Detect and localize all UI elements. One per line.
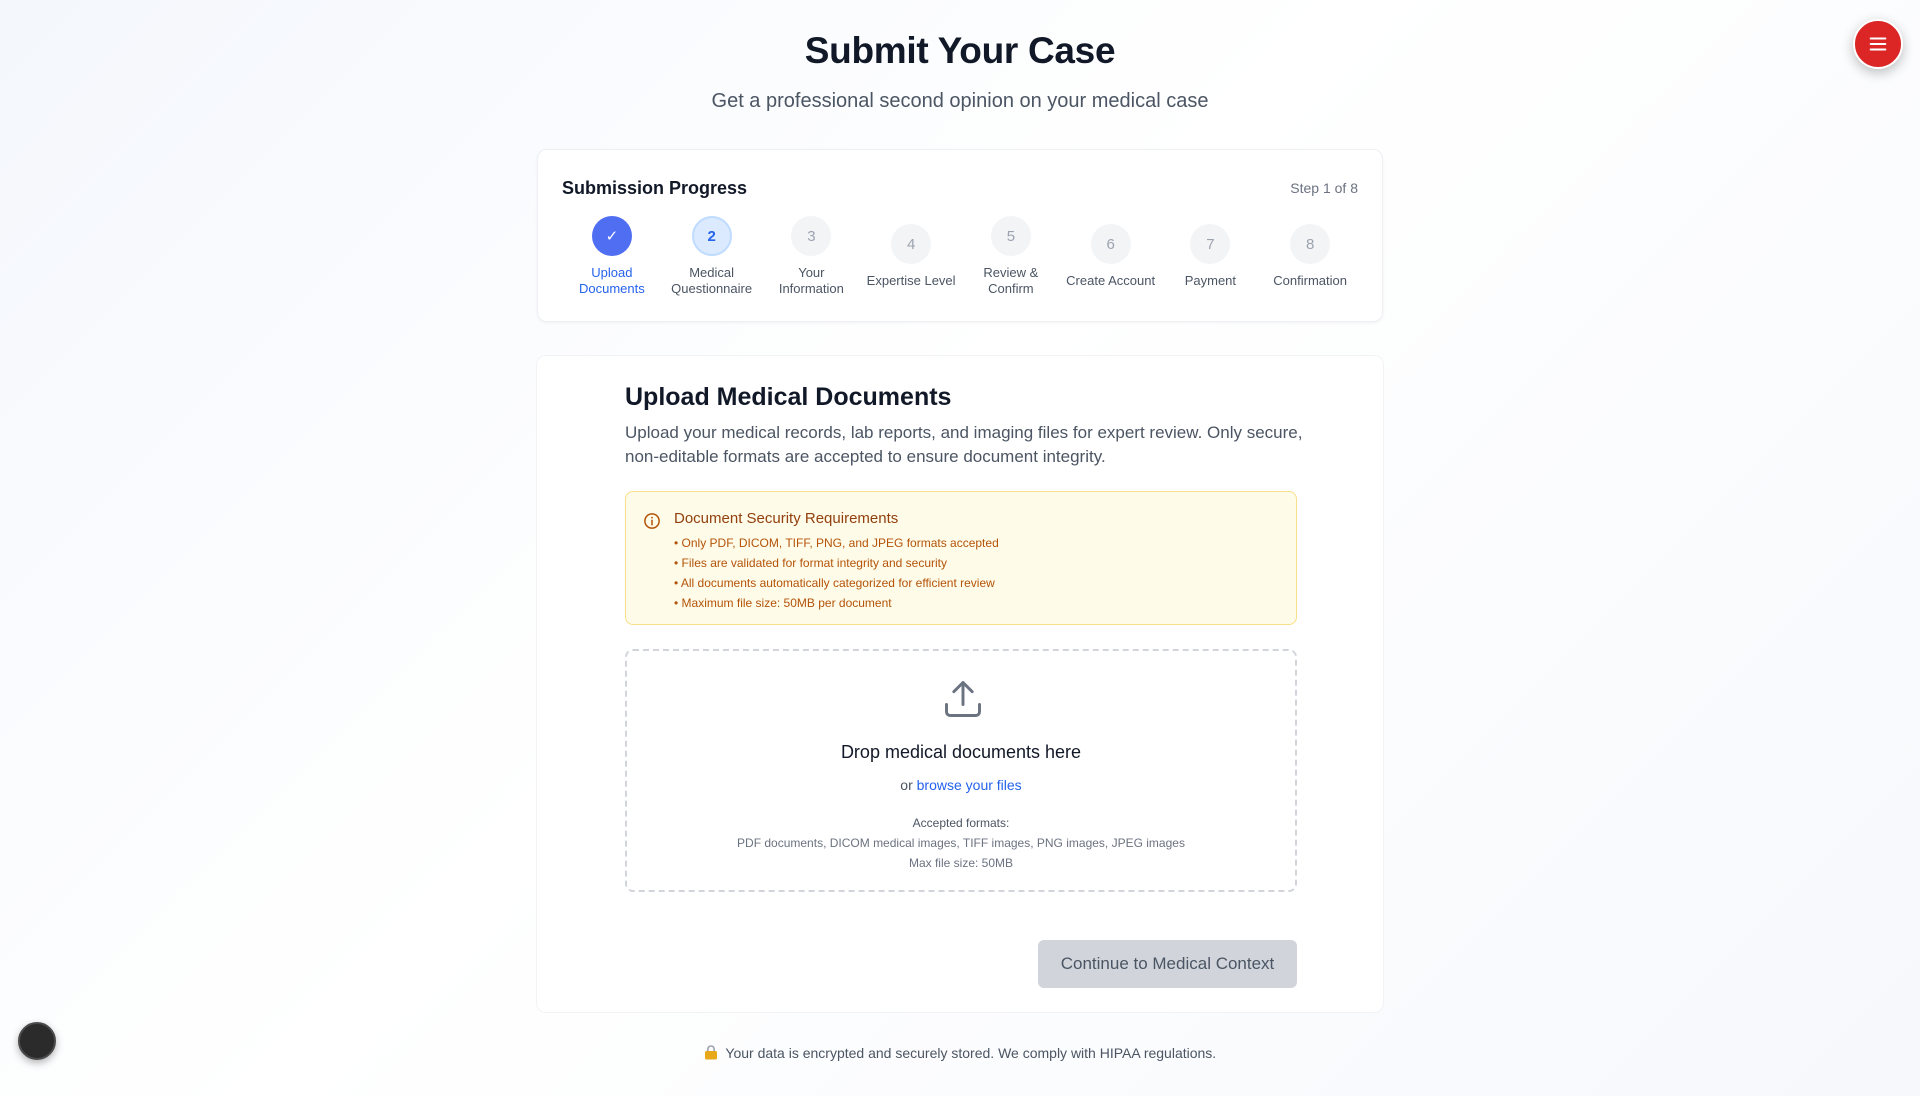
step-label: Create Account [1066, 273, 1156, 288]
step-label: Confirmation [1273, 273, 1347, 288]
page-header: Submit Your Case Get a professional seco… [0, 30, 1920, 113]
step-label: Medical Questionnaire [671, 265, 753, 296]
list-item: • Files are validated for format integri… [674, 556, 947, 570]
step-check-icon: ✓ [591, 216, 632, 256]
step-expertise-level[interactable]: 4 Expertise Level [861, 224, 961, 289]
dropzone-title: Drop medical documents here [840, 742, 1082, 762]
dropzone-or-line: or browse your files [627, 777, 1295, 793]
step-review-confirm[interactable]: 5 Review & Confirm [961, 216, 1061, 297]
progress-steps: ✓ Upload Documents 2 Medical Questionnai… [562, 216, 1360, 297]
security-footer: Your data is encrypted and securely stor… [0, 1045, 1920, 1061]
menu-button[interactable] [1853, 19, 1903, 69]
step-number: 2 [691, 216, 732, 256]
step-number: 5 [990, 216, 1031, 256]
step-create-account[interactable]: 6 Create Account [1061, 224, 1161, 289]
file-dropzone[interactable]: Drop medical documents here or browse yo… [625, 649, 1297, 892]
or-text: or [900, 777, 913, 793]
step-label: Payment [1184, 273, 1237, 288]
step-medical-questionnaire[interactable]: 2 Medical Questionnaire [662, 216, 762, 297]
step-number: 6 [1090, 224, 1131, 264]
step-number: 4 [891, 224, 932, 264]
list-item: • Only PDF, DICOM, TIFF, PNG, and JPEG f… [674, 536, 999, 550]
formats-list: PDF documents, DICOM medical images, TIF… [737, 836, 1185, 850]
footer-text: Your data is encrypted and securely stor… [725, 1045, 1217, 1061]
upload-icon [945, 681, 981, 717]
list-item: • Maximum file size: 50MB per document [674, 596, 892, 610]
security-requirements-box: Document Security Requirements • Only PD… [625, 491, 1297, 625]
list-item: • All documents automatically categorize… [674, 576, 995, 590]
max-file-size: Max file size: 50MB [908, 856, 1014, 870]
step-number: 7 [1190, 224, 1231, 264]
step-payment[interactable]: 7 Payment [1161, 224, 1261, 289]
page-subtitle: Get a professional second opinion on you… [711, 90, 1209, 112]
info-icon [644, 513, 660, 529]
hamburger-menu-icon [1869, 37, 1887, 51]
security-list: • Only PDF, DICOM, TIFF, PNG, and JPEG f… [674, 533, 999, 613]
continue-button[interactable]: Continue to Medical Context [1038, 940, 1297, 988]
submission-progress-card: Submission Progress Step 1 of 8 ✓ Upload… [537, 149, 1383, 322]
step-number: 3 [791, 216, 832, 256]
browse-files-link[interactable]: browse your files [917, 777, 1022, 793]
step-upload-documents[interactable]: ✓ Upload Documents [562, 216, 662, 297]
step-number: 8 [1290, 224, 1331, 264]
upload-title: Upload Medical Documents [625, 383, 952, 411]
page-title: Submit Your Case [804, 30, 1116, 71]
upload-card: Upload Medical Documents Upload your med… [536, 355, 1384, 1013]
security-title: Document Security Requirements [674, 510, 899, 527]
formats-label: Accepted formats: [912, 816, 1010, 830]
lock-icon [704, 1045, 717, 1060]
step-indicator: Step 1 of 8 [1290, 180, 1358, 196]
step-your-information[interactable]: 3 Your Information [762, 216, 862, 297]
step-label: Upload Documents [579, 265, 645, 296]
chat-widget-button[interactable] [18, 1022, 56, 1060]
upload-description: Upload your medical records, lab reports… [625, 423, 1303, 466]
step-label: Your Information [778, 265, 844, 296]
progress-title: Submission Progress [562, 178, 748, 198]
step-confirmation[interactable]: 8 Confirmation [1260, 224, 1360, 289]
step-label: Expertise Level [866, 273, 956, 288]
step-label: Review & Confirm [983, 265, 1039, 296]
